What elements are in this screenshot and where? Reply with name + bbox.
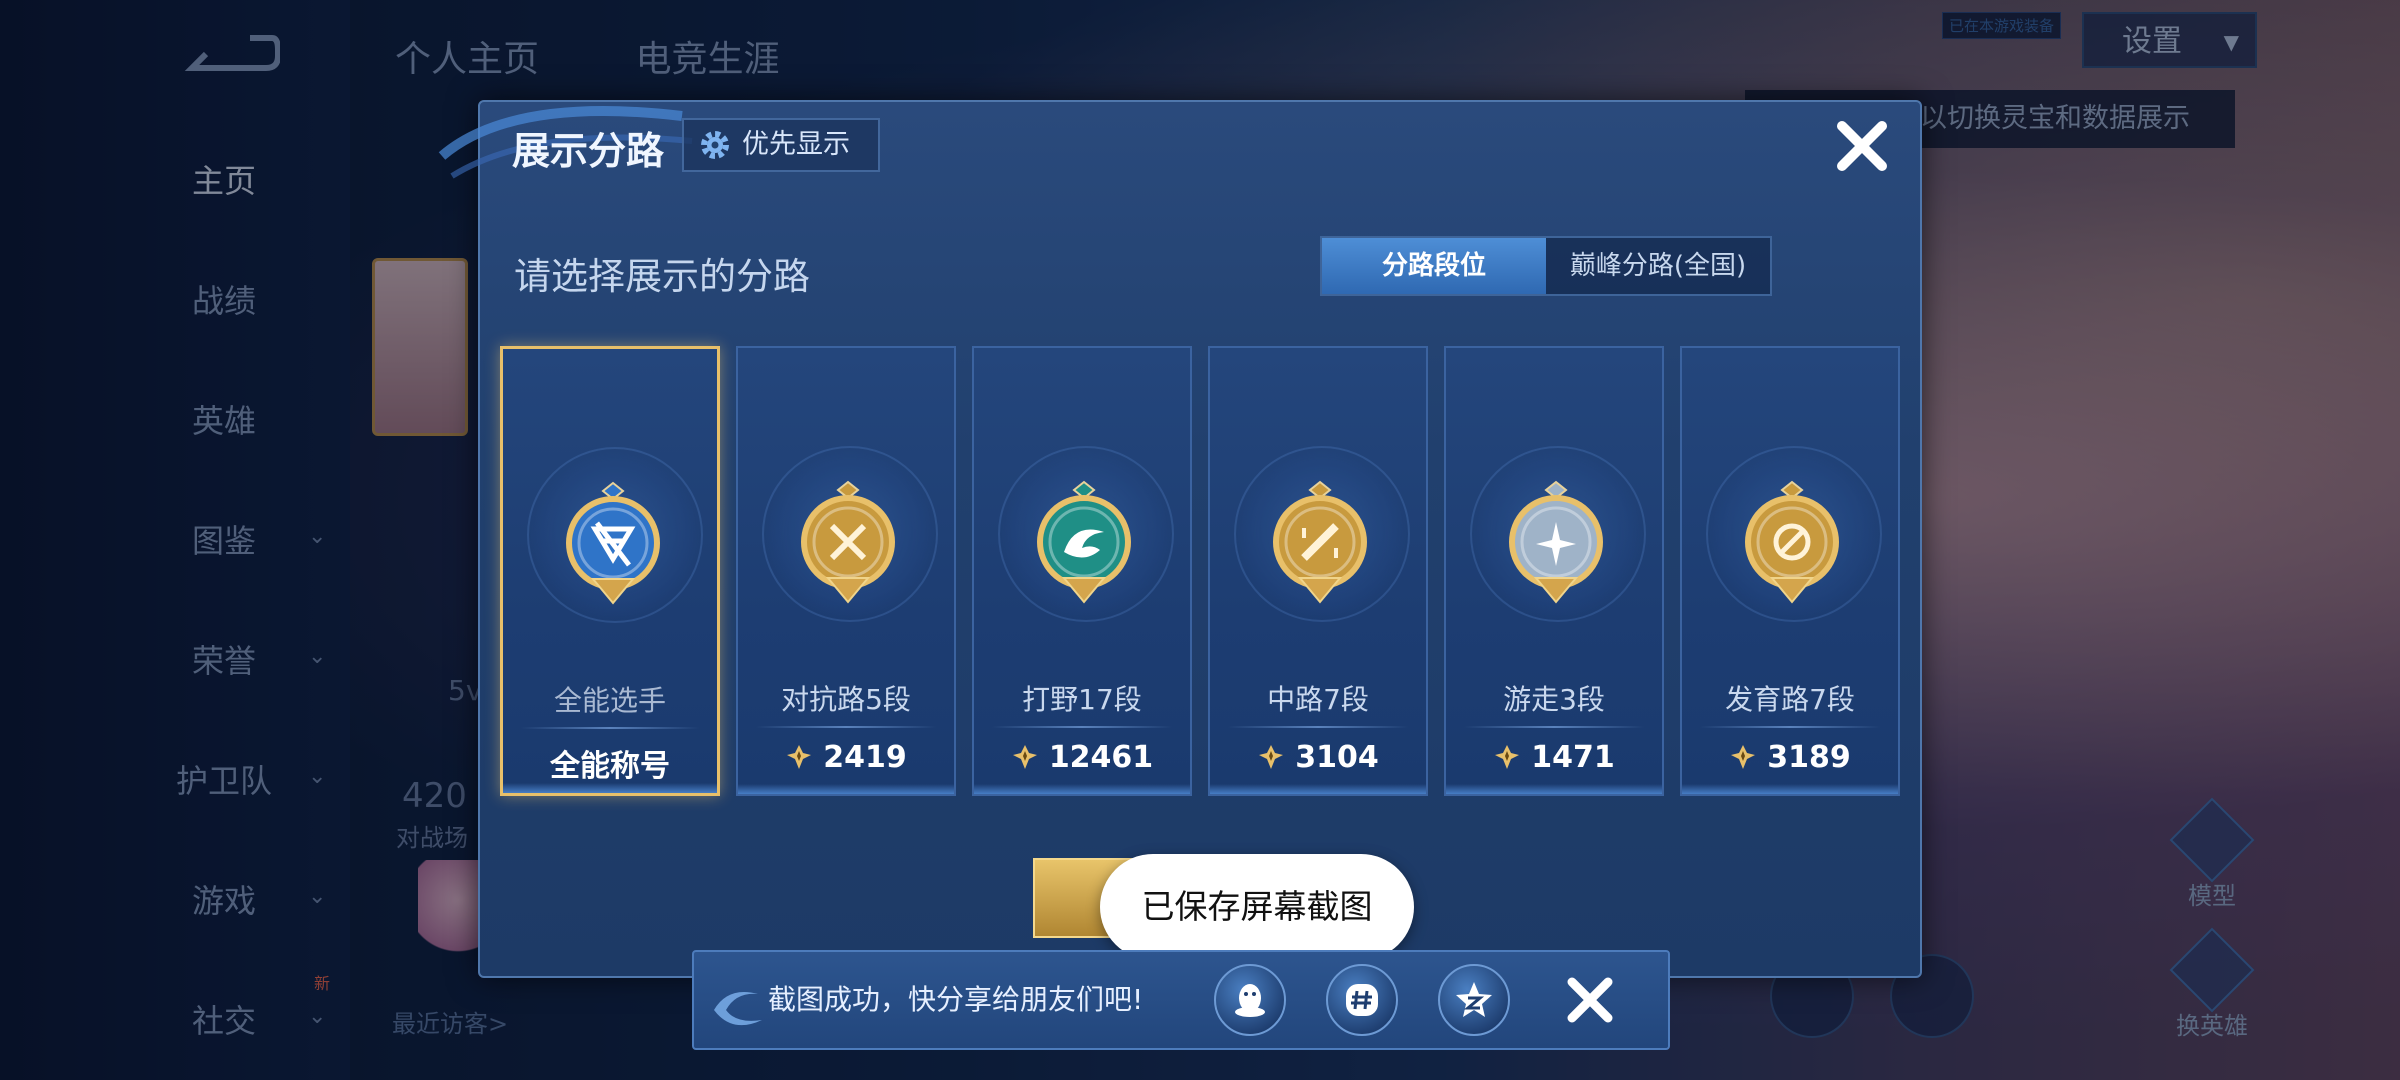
lane-score: 2419 [738, 740, 954, 775]
qzone-icon [1456, 982, 1492, 1017]
card-divider [521, 727, 699, 729]
lane-card-5[interactable]: 发育路7段 3189 [1680, 346, 1900, 796]
close-icon[interactable] [1830, 114, 1894, 178]
card-bottom-glow [1446, 784, 1662, 794]
dialog-subtitle: 请选择展示的分路 [514, 255, 810, 298]
lane-mode-toggle: 分路段位 巅峰分路(全国) [1320, 236, 1772, 296]
gear-icon [701, 131, 729, 159]
lane-score: 全能称号 [503, 741, 717, 785]
lane-rank-label: 对抗路5段 [781, 683, 911, 716]
lane-score: 3189 [1682, 740, 1898, 775]
lane-score-value: 1471 [1531, 740, 1615, 775]
wave-logo-icon [714, 992, 762, 1026]
mid-lane-emblem-icon [1273, 480, 1367, 604]
card-divider [992, 726, 1172, 728]
lane-rank-label: 打野17段 [1022, 683, 1142, 716]
wechat-moments-share-button[interactable] [1326, 964, 1398, 1036]
lane-score-value: 12461 [1048, 740, 1154, 775]
toggle-peak-lane[interactable]: 巅峰分路(全国) [1546, 238, 1770, 294]
lane-rank-label: 游走3段 [1503, 683, 1605, 716]
rank-points-icon [1731, 745, 1756, 769]
card-divider [1228, 726, 1408, 728]
lane-score-value: 3104 [1295, 740, 1379, 775]
lane-rank-label: 中路7段 [1267, 683, 1369, 716]
lane-score: 12461 [974, 740, 1190, 775]
roam-emblem-icon [1509, 480, 1603, 604]
qzone-share-button[interactable] [1438, 964, 1510, 1036]
qq-share-button[interactable] [1214, 964, 1286, 1036]
lane-card-0[interactable]: 全能选手 全能称号 [500, 346, 720, 796]
card-bottom-glow [1210, 784, 1426, 794]
qq-icon [1235, 984, 1265, 1017]
screenshot-share-bar: 截图成功，快分享给朋友们吧! [692, 950, 1670, 1050]
lane-score: 3104 [1210, 740, 1426, 775]
lane-score-value: 3189 [1767, 740, 1851, 775]
lane-card-1[interactable]: 对抗路5段 2419 [736, 346, 956, 796]
lane-score-value: 2419 [823, 740, 907, 775]
share-message: 截图成功，快分享给朋友们吧! [768, 983, 1144, 1016]
card-divider [756, 726, 936, 728]
card-bottom-glow [974, 784, 1190, 794]
priority-display-button[interactable]: 优先显示 [682, 118, 880, 172]
lane-card-3[interactable]: 中路7段 3104 [1208, 346, 1428, 796]
lane-score-value: 全能称号 [550, 749, 670, 784]
card-divider [1700, 726, 1880, 728]
lane-card-4[interactable]: 游走3段 1471 [1444, 346, 1664, 796]
rank-points-icon [787, 745, 812, 769]
rank-points-icon [1495, 745, 1520, 769]
lane-card-2[interactable]: 打野17段 12461 [972, 346, 1192, 796]
lane-cards: 全能选手 全能称号 对抗路5段 2419 打野17段 12461 中路7段 3104 游走3段 1… [500, 346, 1904, 800]
card-bottom-glow [1682, 784, 1898, 794]
screenshot-saved-toast: 已保存屏幕截图 [1100, 854, 1414, 960]
card-divider [1464, 726, 1644, 728]
card-bottom-glow [738, 784, 954, 794]
dialog-title: 展示分路 [512, 129, 665, 173]
lane-rank-label: 全能选手 [553, 684, 666, 717]
farm-lane-emblem-icon [1745, 480, 1839, 604]
jungle-emblem-icon [1037, 480, 1131, 604]
lane-display-dialog: 展示分路 优先显示 请选择展示的分路 分路段位 巅峰分路(全国) 全能选手全能称… [438, 100, 1922, 978]
all-round-emblem-icon [566, 481, 660, 605]
rank-points-icon [1012, 745, 1037, 769]
card-bottom-glow [503, 783, 717, 793]
lane-rank-label: 发育路7段 [1725, 683, 1855, 716]
toggle-lane-rank[interactable]: 分路段位 [1322, 238, 1546, 294]
clash-lane-emblem-icon [801, 480, 895, 604]
lane-score: 1471 [1446, 740, 1662, 775]
rank-points-icon [1259, 745, 1284, 769]
wechat-moments-icon [1346, 984, 1378, 1016]
close-icon[interactable] [1562, 972, 1618, 1028]
